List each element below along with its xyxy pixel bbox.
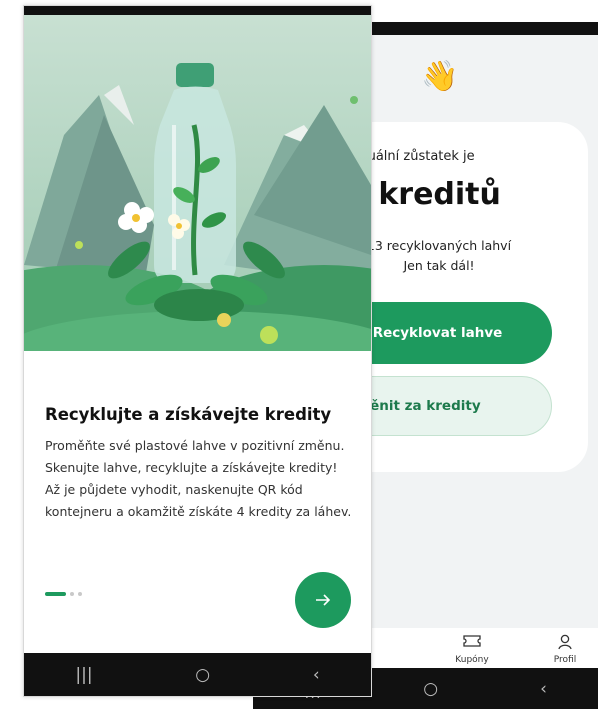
nav-item-coupons[interactable]: Kupóny [437, 634, 507, 665]
ticket-icon [437, 634, 507, 651]
home-button[interactable]: ○ [195, 665, 210, 685]
encouragement-text: Jen tak dál! [403, 258, 475, 273]
nav-label: Kupóny [455, 655, 489, 665]
back-button[interactable]: ‹ [540, 679, 547, 699]
status-bar [24, 6, 371, 15]
back-button[interactable]: ‹ [313, 665, 320, 685]
onboarding-description: Proměňte své plastové lahve v pozitivní … [45, 438, 352, 519]
pagination-dot [70, 592, 74, 596]
bottles-count: 13 recyklovaných lahví [366, 238, 512, 253]
pagination-dot [78, 592, 82, 596]
onboarding-screen: Recyklujte a získávejte kredity Proměňte… [23, 5, 372, 697]
next-button[interactable] [295, 572, 351, 628]
waving-hand-icon: 👋 [421, 59, 459, 94]
arrow-right-icon [316, 594, 331, 606]
pagination-dot-active [45, 592, 66, 596]
pagination-dots [45, 592, 82, 596]
onboarding-title: Recyklujte a získávejte kredity [45, 405, 332, 424]
nav-label: Profil [553, 655, 577, 665]
nav-item-profile[interactable]: Profil [530, 634, 598, 665]
recents-button[interactable]: ||| [75, 665, 92, 685]
home-button[interactable]: ○ [423, 679, 438, 699]
profile-icon [530, 634, 598, 651]
bottle-nature-illustration [24, 63, 371, 405]
bottles-summary: 13 recyklovaných lahví Jen tak dál! [344, 236, 534, 276]
system-navigation-bar: ||| ○ ‹ [24, 653, 371, 696]
hero-illustration [24, 15, 371, 405]
